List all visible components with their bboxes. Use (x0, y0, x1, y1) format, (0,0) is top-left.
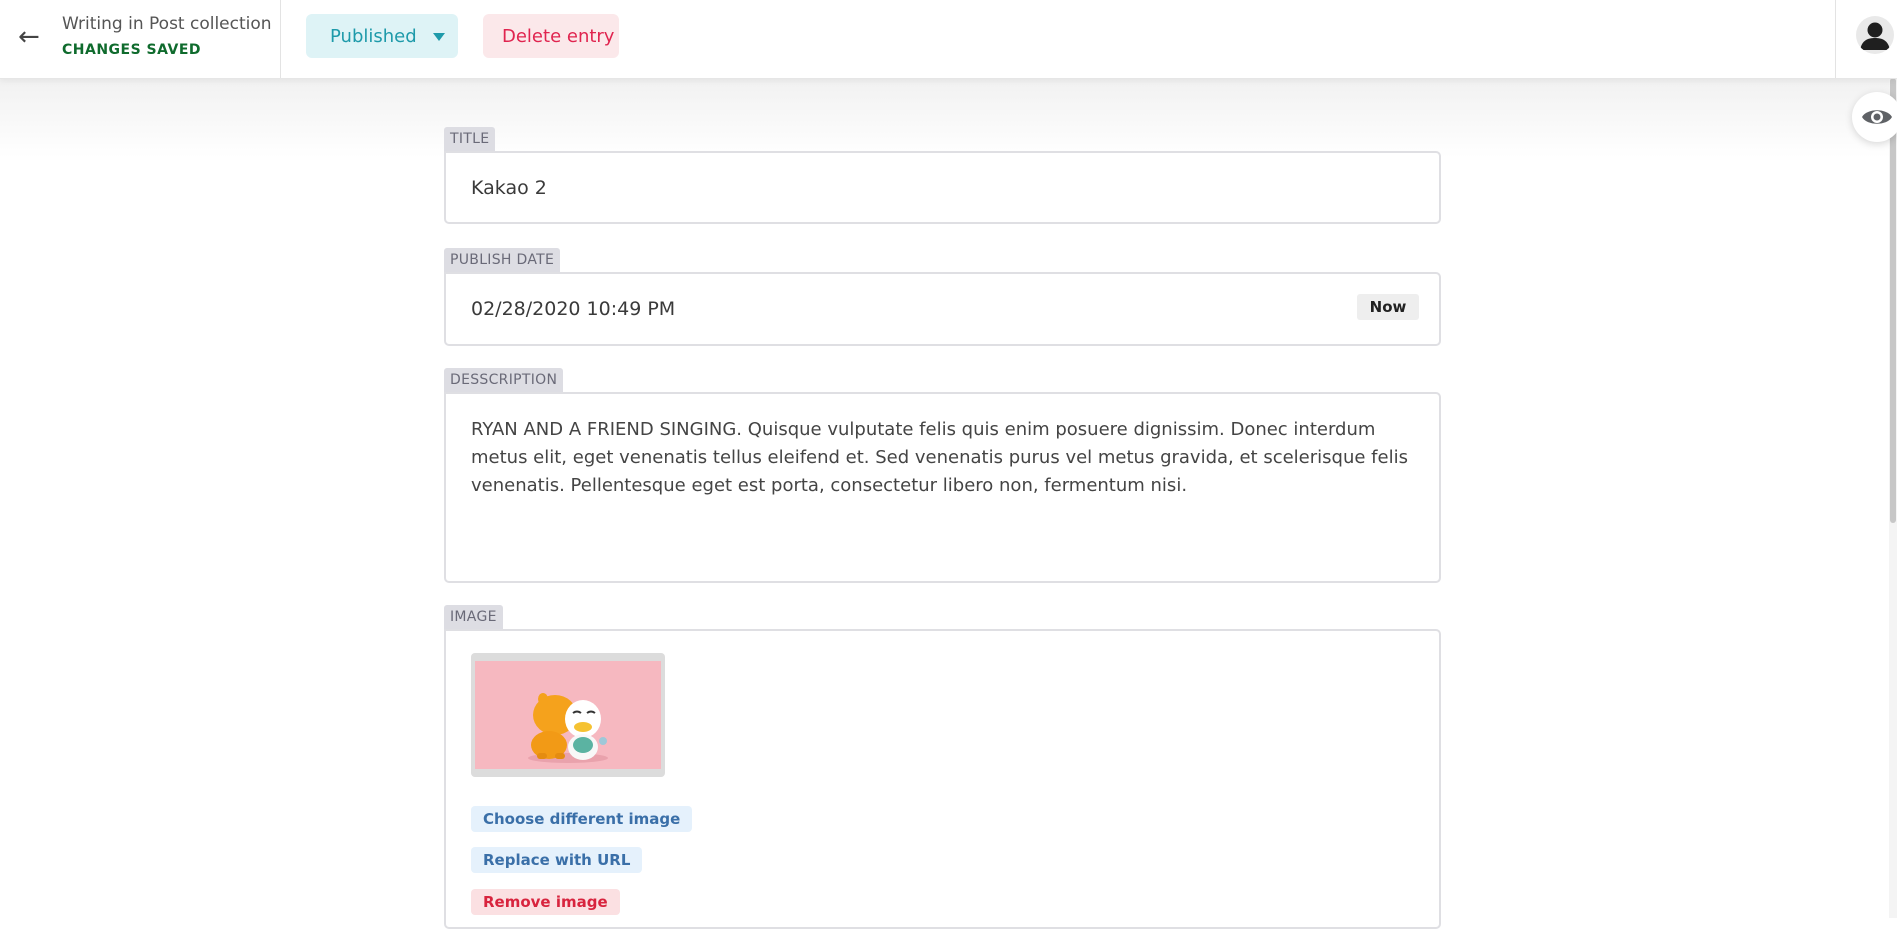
toolbar-divider (1835, 0, 1836, 78)
arrow-left-icon[interactable]: ← (18, 22, 40, 52)
publish-date-input[interactable]: 02/28/2020 10:49 PM Now (444, 272, 1441, 346)
description-value: RYAN AND A FRIEND SINGING. Quisque vulpu… (471, 419, 1408, 496)
delete-entry-label: Delete entry (502, 26, 615, 47)
publish-status-dropdown[interactable]: Published (306, 14, 458, 58)
editor-toolbar: ← Writing in Post collection CHANGES SAV… (0, 0, 1897, 79)
title-value: Kakao 2 (471, 177, 547, 199)
delete-entry-button[interactable]: Delete entry (483, 14, 619, 58)
page-top-shadow (0, 78, 1897, 158)
description-textarea[interactable]: RYAN AND A FRIEND SINGING. Quisque vulpu… (444, 392, 1441, 583)
title-input[interactable]: Kakao 2 (444, 151, 1441, 224)
scrollbar-thumb[interactable] (1890, 78, 1896, 523)
title-field-label: TITLE (444, 127, 496, 151)
remove-image-button[interactable]: Remove image (471, 889, 620, 915)
image-field: Choose different image Replace with URL … (444, 629, 1441, 929)
image-preview (475, 661, 661, 769)
save-status: CHANGES SAVED (62, 42, 202, 58)
description-field-label: DESSCRIPTION (444, 368, 564, 392)
publish-status-label: Published (330, 26, 417, 47)
back-to-collection[interactable]: ← Writing in Post collection CHANGES SAV… (0, 0, 281, 78)
collection-title: Writing in Post collection (62, 14, 272, 34)
eye-icon (1862, 110, 1892, 124)
publish-date-value: 02/28/2020 10:49 PM (471, 298, 676, 320)
caret-down-icon (433, 33, 445, 41)
publish-date-field-label: PUBLISH DATE (444, 248, 561, 272)
now-button[interactable]: Now (1357, 294, 1419, 320)
preview-toggle-button[interactable] (1852, 92, 1897, 142)
image-thumbnail[interactable] (471, 653, 665, 777)
user-avatar-icon[interactable] (1856, 16, 1894, 54)
choose-different-image-button[interactable]: Choose different image (471, 806, 693, 832)
image-field-label: IMAGE (444, 605, 503, 629)
replace-with-url-button[interactable]: Replace with URL (471, 847, 643, 873)
